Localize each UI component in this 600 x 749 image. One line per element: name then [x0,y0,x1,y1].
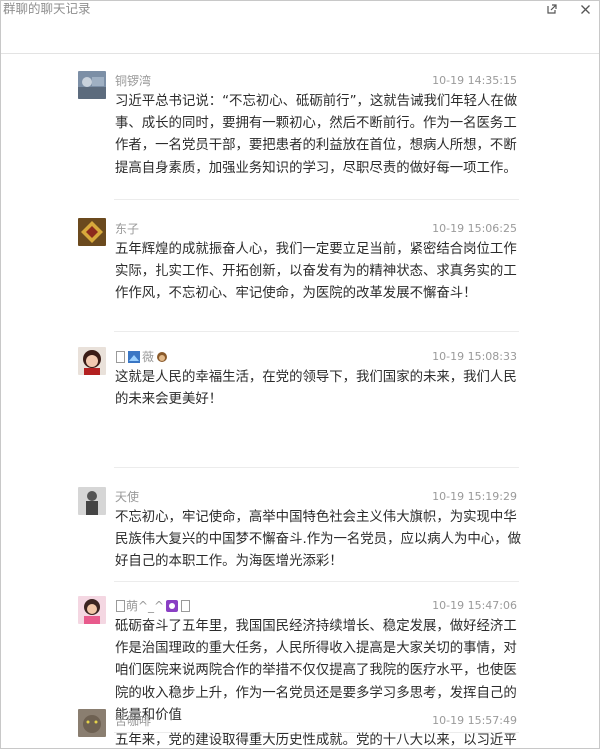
message-text: 不忘初心，牢记使命，高举中国特色社会主义伟大旗帜，为实现中华民族伟大复兴的中国梦… [115,510,521,570]
photo-avatar-gold-emblem [78,218,106,246]
message-text: 习近平总书记说：“不忘初心、砥砺前行”，这就告诫我们年轻人在做事、成长的同时，要… [115,94,518,176]
unknown-emoji-box [116,600,125,612]
message-separator [114,331,519,332]
avatar[interactable] [78,596,106,624]
unknown-emoji-box [116,351,125,363]
photo-avatar-girl-red [78,347,106,375]
share-external-icon [547,4,557,14]
image-emoji-icon [128,351,140,363]
avatar[interactable] [78,218,106,246]
avatar[interactable] [78,487,106,515]
share-button[interactable] [543,1,561,17]
message-time: 10-19 15:08:33 [432,350,517,363]
message-text: 砥砺奋斗了五年里，我国国民经济持续增长、稳定发展，做好经济工作是治国理政的重大任… [115,619,517,723]
message-time: 10-19 15:47:06 [432,599,517,612]
message-text: 这就是人民的幸福生活，在党的领导下，我们国家的未来，我们人民的未来会更美好！ [115,370,517,408]
message-separator [114,467,519,468]
window-title: 群聊的聊天记录 [3,1,91,16]
sender-name: 苦咖啡 [115,714,152,728]
avatar[interactable] [78,709,106,737]
close-button[interactable] [576,1,594,17]
sender-name: 萌^_^ [115,598,191,614]
avatar[interactable] [78,347,106,375]
message-separator [114,199,519,200]
message-list[interactable]: 铜锣湾 10-19 14:35:15 习近平总书记说：“不忘初心、砥砺前行”，这… [1,54,599,748]
close-icon [580,4,590,14]
sender-name: 薇 [115,349,170,365]
chat-history-window: 群聊的聊天记录 铜锣湾 10-19 14:35:15 习近平总书记说：“不忘初心… [0,0,600,749]
message-separator [114,581,519,582]
sender-name: 铜锣湾 [115,74,152,88]
message-time: 10-19 14:35:15 [432,74,517,87]
message-time: 10-19 15:19:29 [432,490,517,503]
title-bar: 群聊的聊天记录 [1,1,599,21]
photo-avatar-person-gray [78,487,106,515]
purple-emoji-icon [166,600,179,612]
message-time: 10-19 15:57:49 [432,714,517,727]
message-time: 10-19 15:06:25 [432,222,517,235]
unknown-emoji-box [181,600,191,612]
monkey-emoji-icon [157,352,168,362]
photo-avatar-cat [78,709,106,737]
avatar[interactable] [78,71,106,99]
message-text: 五年来，党的建设取得重大历史性成就。党的十八大以来，以习近平同志为核心的党中央着… [115,733,517,748]
sender-name: 天使 [115,490,140,504]
photo-avatar-blue-gray [78,71,106,99]
photo-avatar-girl-pink [78,596,106,624]
sender-name: 东子 [115,222,140,236]
message-text: 五年辉煌的成就振奋人心，我们一定要立足当前，紧密结合岗位工作实际，扎实工作、开拓… [115,242,517,302]
